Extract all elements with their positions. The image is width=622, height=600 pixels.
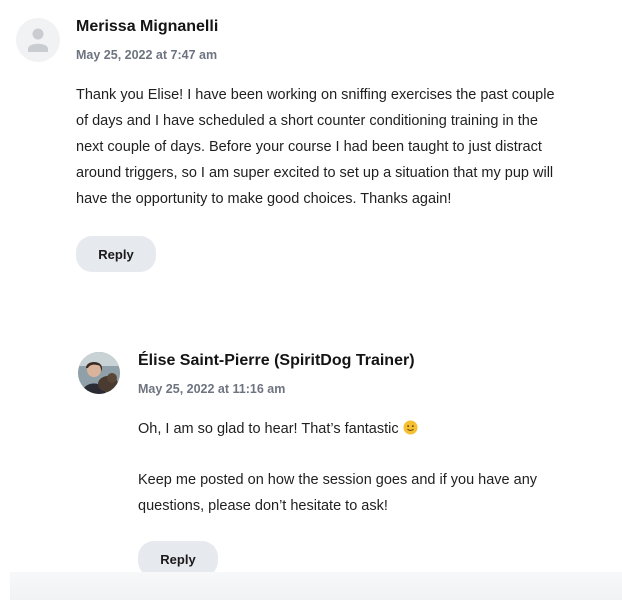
avatar [16, 18, 60, 62]
comment-paragraph: Thank you Elise! I have been working on … [76, 87, 555, 207]
comment-text: Thank you Elise! I have been working on … [76, 82, 556, 212]
comment-paragraph: Oh, I am so glad to hear! That’s fantast… [138, 416, 558, 444]
comment-paragraph-text: Oh, I am so glad to hear! That’s fantast… [138, 421, 399, 437]
smiling-face-icon [403, 418, 418, 444]
avatar [78, 352, 120, 394]
default-user-icon [28, 28, 48, 52]
comment-date[interactable]: May 25, 2022 at 7:47 am [76, 48, 556, 62]
comment-author[interactable]: Élise Saint-Pierre (SpiritDog Trainer) [138, 352, 558, 370]
comment-paragraph: Keep me posted on how the session goes a… [138, 472, 538, 514]
reply-button[interactable]: Reply [76, 236, 156, 272]
comment-author[interactable]: Merissa Mignanelli [76, 18, 556, 36]
comment-date[interactable]: May 25, 2022 at 11:16 am [138, 382, 558, 396]
trainer-photo-avatar [78, 352, 120, 394]
bottom-fade [10, 572, 622, 600]
comment-text: Oh, I am so glad to hear! That’s fantast… [138, 416, 558, 519]
